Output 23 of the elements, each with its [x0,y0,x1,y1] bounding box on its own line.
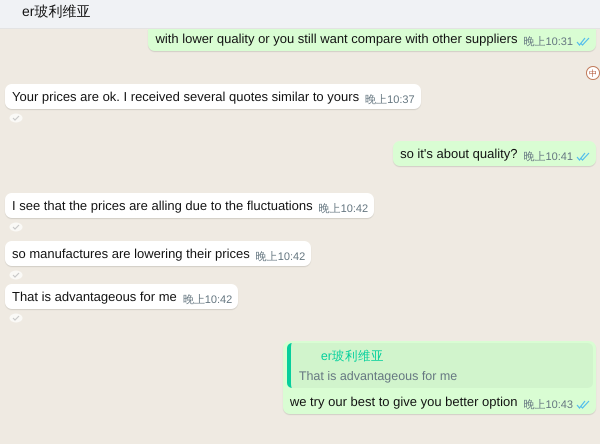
message-time: 晚上10:42 [256,250,306,264]
ime-indicator[interactable]: 中 [586,66,600,80]
quote-author: er玻利维亚 [320,348,385,365]
message-text: Your prices are ok. I received several quotes similar to yours [12,89,360,104]
reaction-icon[interactable] [9,313,23,323]
message-time: 晚上10:43 [523,398,573,412]
message-time: 晚上10:42 [182,293,232,307]
message-time: 晚上10:37 [365,93,415,107]
message-text: I see that the prices are alling due to the fluctuations [12,198,313,213]
message-text: so manufactures are lowering their prices [12,246,250,261]
message-text: That is advantageous for me [12,289,177,304]
message-text: with lower quality or you still want compare with other suppliers [155,31,518,46]
message-text: so it's about quality? [400,146,518,161]
message-time: 晚上10:31 [523,35,573,49]
reaction-icon[interactable] [9,270,23,280]
contact-name: er玻利维亚 [22,2,90,20]
reaction-icon[interactable] [9,222,23,232]
quote-text: That is advantageous for me [298,369,458,383]
message-time: 晚上10:41 [523,150,573,164]
message-text: we try our best to give you better option [290,394,518,409]
reaction-icon[interactable] [9,113,23,123]
message-time: 晚上10:42 [318,202,368,216]
quoted-message[interactable]: er玻利维亚 That is advantageous for me [286,343,593,388]
